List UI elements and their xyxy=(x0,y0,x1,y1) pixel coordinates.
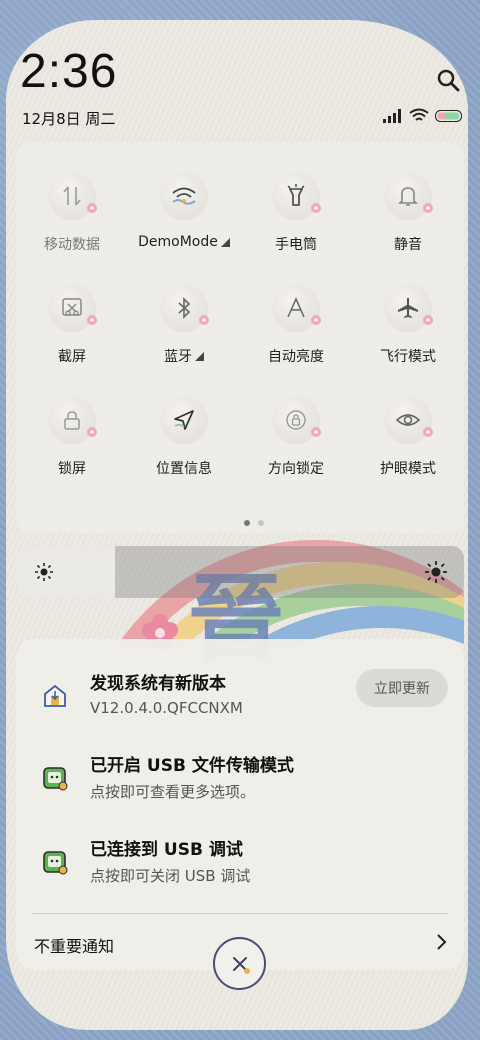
brightness-fill xyxy=(16,546,115,598)
tile-label: 自动亮度 xyxy=(268,349,324,365)
tile-label: 锁屏 xyxy=(58,461,86,477)
clear-notifications-button[interactable] xyxy=(213,937,266,990)
tile-mobile-data[interactable]: 移动数据 xyxy=(16,172,128,254)
notification-usb-debug[interactable]: 已连接到 USB 调试 点按即可关闭 USB 调试 xyxy=(16,835,464,895)
close-icon xyxy=(232,956,250,974)
eye-icon xyxy=(384,396,433,444)
tile-label: 手电筒 xyxy=(275,237,317,253)
notification-title: 已连接到 USB 调试 xyxy=(90,840,243,860)
tile-label: 方向锁定 xyxy=(268,461,324,477)
notification-system-update[interactable]: 发现系统有新版本 V12.0.4.0.QFCCNXM 立即更新 xyxy=(16,669,464,729)
tile-auto-brightness[interactable]: 自动亮度 xyxy=(240,284,352,366)
dropdown-triangle-icon[interactable] xyxy=(220,237,230,247)
brightness-slider[interactable] xyxy=(16,546,464,598)
rotation-lock-icon xyxy=(272,396,321,444)
location-icon xyxy=(160,396,208,444)
android-debug-icon xyxy=(43,767,68,791)
update-now-button[interactable]: 立即更新 xyxy=(356,669,448,707)
tile-bluetooth[interactable]: 蓝牙 xyxy=(128,284,240,366)
page-dot[interactable] xyxy=(258,520,264,526)
tile-label: 静音 xyxy=(394,237,422,253)
battery-icon xyxy=(435,109,462,122)
system-update-icon xyxy=(44,684,66,707)
page-indicator xyxy=(244,520,264,526)
tile-label: 移动数据 xyxy=(44,237,100,253)
signal-icon xyxy=(383,108,401,123)
tile-demomode[interactable]: DemoMode xyxy=(128,172,240,254)
notification-subtitle: 点按即可关闭 USB 调试 xyxy=(90,867,251,885)
screenshot-icon xyxy=(48,284,97,332)
clock[interactable]: 2:36 xyxy=(20,44,117,99)
wifi-status-icon xyxy=(409,108,429,121)
date[interactable]: 12月8日 周二 xyxy=(22,108,115,129)
notification-panel: 发现系统有新版本 V12.0.4.0.QFCCNXM 立即更新 已开启 USB … xyxy=(16,639,464,970)
bell-icon xyxy=(384,172,433,220)
flashlight-icon xyxy=(272,172,321,220)
tile-screenshot[interactable]: 截屏 xyxy=(16,284,128,366)
tile-label: 截屏 xyxy=(58,349,86,365)
android-debug-icon xyxy=(43,851,68,875)
auto-brightness-icon xyxy=(272,284,321,332)
quick-settings-grid: 移动数据 DemoMode 手电筒 静音 截屏 蓝牙 自动亮度 飞行模式 锁屏 … xyxy=(16,172,464,478)
tile-mute[interactable]: 静音 xyxy=(352,172,464,254)
notification-subtitle: 点按即可查看更多选项。 xyxy=(90,783,256,801)
notification-subtitle: V12.0.4.0.QFCCNXM xyxy=(90,699,243,717)
divider xyxy=(32,913,448,914)
tile-label: 飞行模式 xyxy=(380,349,436,365)
tile-rotation-lock[interactable]: 方向锁定 xyxy=(240,396,352,478)
dropdown-triangle-icon[interactable] xyxy=(195,351,204,361)
lock-icon xyxy=(48,396,97,444)
minor-notifications-link[interactable]: 不重要通知 xyxy=(34,933,114,957)
quick-settings-panel: 移动数据 DemoMode 手电筒 静音 截屏 蓝牙 自动亮度 飞行模式 锁屏 … xyxy=(16,142,464,533)
notification-title: 已开启 USB 文件传输模式 xyxy=(90,756,294,776)
tile-airplane[interactable]: 飞行模式 xyxy=(352,284,464,366)
chevron-right-icon[interactable] xyxy=(434,933,448,951)
brightness-low-icon xyxy=(35,563,53,581)
tile-label: 位置信息 xyxy=(156,461,212,477)
tile-location[interactable]: 位置信息 xyxy=(128,396,240,478)
page-dot-active[interactable] xyxy=(244,520,250,526)
tile-flashlight[interactable]: 手电筒 xyxy=(240,172,352,254)
wifi-icon xyxy=(160,172,208,220)
tile-lock-screen[interactable]: 锁屏 xyxy=(16,396,128,478)
search-icon[interactable] xyxy=(436,68,460,92)
status-icons xyxy=(383,108,463,123)
bluetooth-icon xyxy=(160,284,209,332)
notification-usb-transfer[interactable]: 已开启 USB 文件传输模式 点按即可查看更多选项。 xyxy=(16,751,464,811)
mobile-data-icon xyxy=(48,172,97,220)
airplane-icon xyxy=(384,284,433,332)
notification-title: 发现系统有新版本 xyxy=(90,674,226,694)
tile-label: 蓝牙 xyxy=(164,346,204,366)
tile-eye-care[interactable]: 护眼模式 xyxy=(352,396,464,478)
tile-label: DemoMode xyxy=(138,234,230,250)
tile-label: 护眼模式 xyxy=(380,461,436,477)
brightness-high-icon xyxy=(425,561,447,583)
